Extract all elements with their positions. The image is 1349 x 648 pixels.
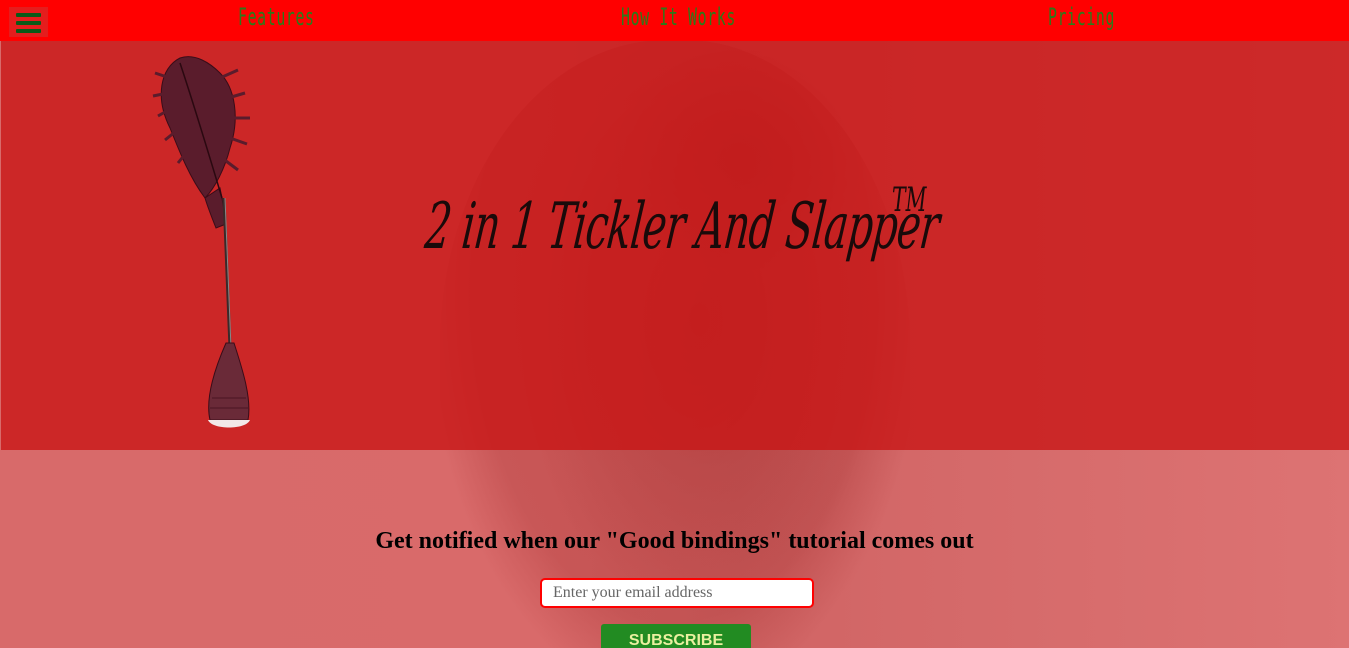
logo-text: 2 in 1 Tickler And Slapper <box>421 190 943 264</box>
feather-tickler-image <box>152 56 250 428</box>
trademark-symbol: TM <box>892 180 927 220</box>
menu-bar-line <box>16 13 41 17</box>
nav-link-pricing[interactable]: Pricing <box>1048 3 1115 31</box>
nav-link-features[interactable]: Features <box>238 3 315 31</box>
menu-bar-line <box>16 29 41 33</box>
signup-heading: Get notified when our "Good bindings" tu… <box>375 528 974 554</box>
landing-page: 2 in 1 Tickler And Slapper TM Features H… <box>0 0 1349 648</box>
email-input[interactable] <box>540 578 814 608</box>
nav-link-how-it-works[interactable]: How It Works <box>621 3 736 31</box>
top-navigation-bar: Features How It Works Pricing <box>0 0 1349 41</box>
menu-bar-line <box>16 21 41 25</box>
hamburger-menu-icon[interactable] <box>9 7 48 37</box>
subscribe-button[interactable]: SUBSCRIBE <box>601 624 751 648</box>
product-logo-title: 2 in 1 Tickler And Slapper TM <box>422 150 990 350</box>
